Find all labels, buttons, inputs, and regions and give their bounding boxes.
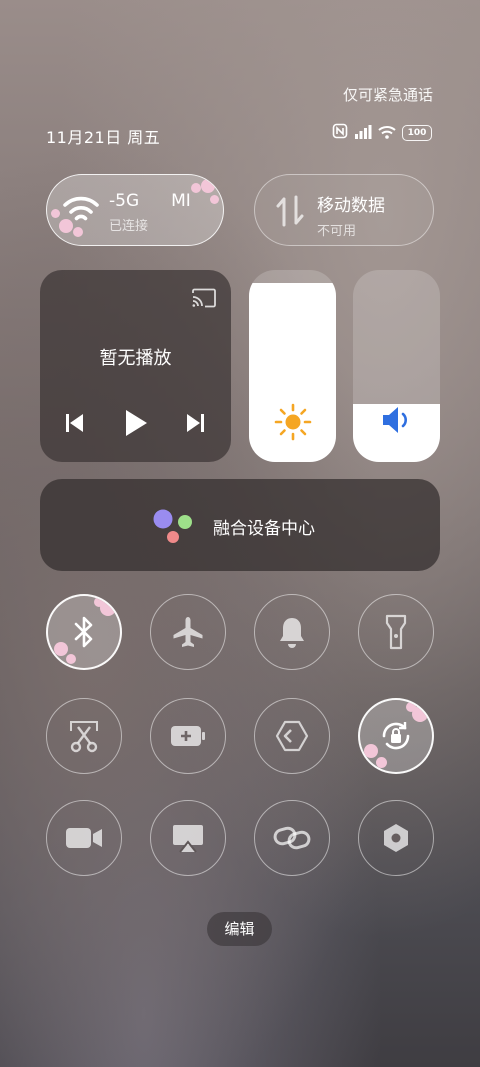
- battery-icon: 100: [402, 125, 432, 141]
- wifi-tile[interactable]: -5G MI 已连接: [46, 174, 224, 246]
- diamond-arrow-icon: [275, 720, 309, 752]
- flashlight-toggle[interactable]: [358, 594, 434, 670]
- screenshot-toggle[interactable]: [46, 698, 122, 774]
- media-player-card[interactable]: 暂无播放: [40, 270, 231, 462]
- petal-decoration: [364, 744, 378, 758]
- airplane-mode-toggle[interactable]: [150, 594, 226, 670]
- data-arrows-icon: [275, 195, 305, 231]
- wifi-status: 已连接: [109, 219, 149, 234]
- date-text: 11月21日 周五: [46, 128, 161, 147]
- edit-button[interactable]: 编辑: [207, 912, 272, 946]
- bell-icon: [277, 615, 307, 649]
- bluetooth-icon: [72, 615, 96, 649]
- airplane-icon: [171, 615, 205, 649]
- mobile-data-info: 移动数据 不可用: [317, 191, 385, 239]
- fusion-device-center[interactable]: 融合设备中心: [40, 479, 440, 571]
- screen-record-toggle[interactable]: [46, 800, 122, 876]
- next-icon[interactable]: [186, 413, 204, 437]
- signal-icon: [354, 124, 372, 143]
- link-icon: [273, 825, 311, 851]
- silent-mode-toggle[interactable]: [254, 594, 330, 670]
- petal-decoration: [54, 642, 68, 656]
- mobile-data-status: 不可用: [317, 224, 357, 239]
- scissors-icon: [68, 719, 100, 753]
- wifi-ssid: -5G: [109, 191, 140, 211]
- petal-decoration: [210, 195, 219, 204]
- hop-toggle[interactable]: [254, 698, 330, 774]
- settings-toggle[interactable]: [358, 800, 434, 876]
- media-title: 暂无播放: [99, 348, 172, 369]
- rotation-lock-icon: [378, 718, 414, 754]
- video-icon: [65, 826, 103, 850]
- petal-decoration: [201, 179, 215, 193]
- fusion-devices-icon: [152, 509, 196, 549]
- wifi-ssid-suffix: MI: [171, 191, 191, 211]
- rotation-lock-toggle[interactable]: [358, 698, 434, 774]
- petal-decoration: [66, 654, 76, 664]
- petal-decoration: [376, 757, 387, 768]
- hexagon-icon: [381, 822, 411, 854]
- status-icons: 100: [332, 123, 432, 143]
- petal-decoration: [94, 597, 104, 607]
- play-icon[interactable]: [124, 409, 148, 441]
- link-toggle[interactable]: [254, 800, 330, 876]
- prev-icon[interactable]: [66, 413, 84, 437]
- wifi-icon: [378, 124, 396, 143]
- screen-cast-toggle[interactable]: [150, 800, 226, 876]
- cast-icon[interactable]: [191, 288, 217, 312]
- battery-saver-toggle[interactable]: [150, 698, 226, 774]
- mobile-data-tile[interactable]: 移动数据 不可用: [254, 174, 434, 246]
- petal-decoration: [406, 702, 416, 712]
- flashlight-icon: [385, 614, 407, 650]
- petal-decoration: [73, 227, 83, 237]
- battery-plus-icon: [170, 725, 206, 747]
- sun-icon: [274, 403, 312, 445]
- petal-decoration: [59, 219, 73, 233]
- emergency-call-only-text: 仅可紧急通话: [342, 86, 433, 104]
- nfc-icon: [332, 123, 348, 143]
- mobile-data-title: 移动数据: [317, 196, 385, 216]
- petal-decoration: [191, 183, 201, 193]
- fusion-center-label: 融合设备中心: [213, 519, 315, 539]
- speaker-icon: [381, 405, 413, 439]
- volume-slider[interactable]: [353, 270, 440, 462]
- bluetooth-toggle[interactable]: [46, 594, 122, 670]
- brightness-slider[interactable]: [249, 270, 336, 462]
- wifi-info: -5G MI 已连接: [109, 191, 191, 234]
- petal-decoration: [51, 209, 60, 218]
- airplay-icon: [171, 823, 205, 853]
